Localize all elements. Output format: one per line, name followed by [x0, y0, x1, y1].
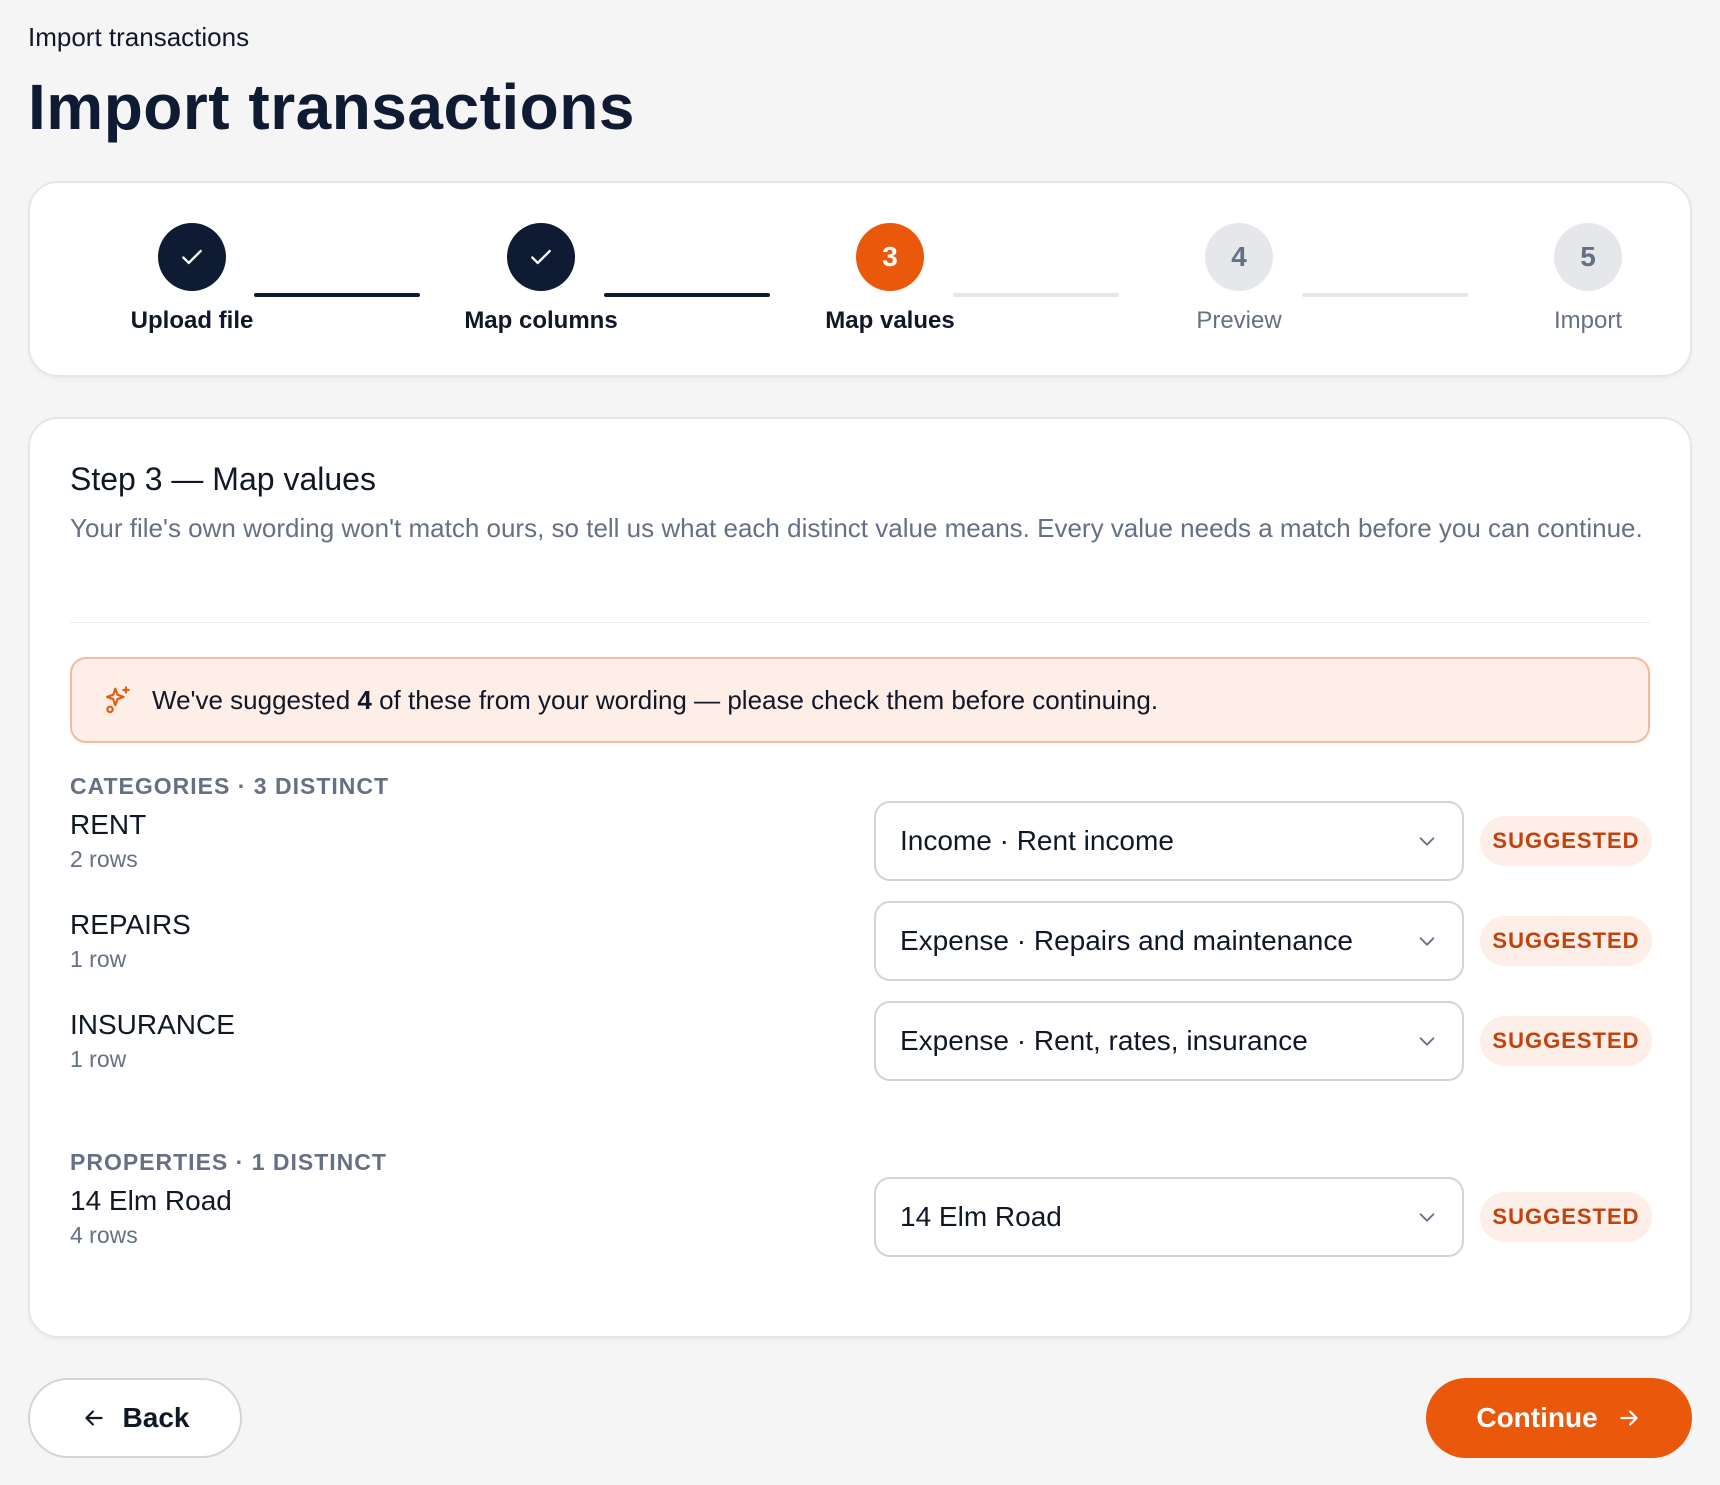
back-button[interactable]: Back	[28, 1378, 242, 1458]
select-value: Income · Rent income	[900, 825, 1174, 856]
suggested-badge: SUGGESTED	[1480, 1192, 1652, 1242]
step-label: Map values	[825, 307, 955, 334]
step-number: 5	[1554, 223, 1622, 291]
suggested-badge: SUGGESTED	[1480, 816, 1652, 866]
suggested-badge: SUGGESTED	[1480, 1016, 1652, 1066]
continue-button[interactable]: Continue	[1426, 1378, 1692, 1458]
select-value: Expense · Rent, rates, insurance	[900, 1025, 1308, 1056]
sparkle-icon	[106, 686, 130, 714]
step-connector	[604, 293, 770, 297]
back-label: Back	[122, 1402, 190, 1433]
category-select-insurance[interactable]: Expense · Rent, rates, insurance	[874, 1001, 1464, 1081]
step-map-values: 3 Map values	[770, 223, 1010, 335]
value-row-count: 1 row	[70, 946, 127, 972]
category-select-repairs[interactable]: Expense · Repairs and maintenance	[874, 901, 1464, 981]
arrow-right-icon	[1619, 1410, 1638, 1426]
value-row-count: 2 rows	[70, 846, 138, 872]
select-value: 14 Elm Road	[900, 1201, 1062, 1232]
categories-section-label: CATEGORIES · 3 DISTINCT	[70, 773, 390, 799]
map-values-card: Step 3 — Map values Your file's own word…	[28, 417, 1692, 1338]
divider	[70, 622, 1650, 623]
value-name: REPAIRS	[70, 909, 191, 940]
card-description: Your file's own wording won't match ours…	[70, 513, 1643, 543]
breadcrumb[interactable]: Import transactions	[28, 22, 249, 53]
step-label: Import	[1553, 307, 1622, 334]
chevron-down-icon	[1419, 837, 1435, 846]
step-connector	[953, 293, 1119, 297]
step-connector	[1302, 293, 1468, 297]
page: Import transactions Import transactions …	[0, 0, 1720, 1485]
select-value: Expense · Repairs and maintenance	[900, 925, 1353, 956]
check-icon	[507, 223, 575, 291]
check-icon	[158, 223, 226, 291]
value-row-count: 1 row	[70, 1046, 127, 1072]
value-name: 14 Elm Road	[70, 1185, 232, 1216]
arrow-left-icon	[84, 1410, 103, 1426]
step-label: Preview	[1196, 307, 1282, 334]
step-upload-file: Upload file	[72, 223, 312, 335]
value-row-count: 4 rows	[70, 1222, 138, 1248]
card-title: Step 3 — Map values	[70, 461, 376, 497]
chevron-down-icon	[1419, 1037, 1435, 1046]
property-select-14-elm-road[interactable]: 14 Elm Road	[874, 1177, 1464, 1257]
chevron-down-icon	[1419, 1213, 1435, 1222]
value-name: INSURANCE	[70, 1009, 235, 1040]
step-preview: 4 Preview	[1119, 223, 1359, 335]
step-number: 3	[856, 223, 924, 291]
value-name: RENT	[70, 809, 147, 840]
category-select-rent[interactable]: Income · Rent income	[874, 801, 1464, 881]
page-title: Import transactions	[28, 71, 635, 143]
step-label: Map columns	[464, 307, 618, 334]
chevron-down-icon	[1419, 937, 1435, 946]
step-connector	[254, 293, 420, 297]
suggested-count: 4	[357, 684, 372, 715]
step-label: Upload file	[130, 307, 254, 334]
step-map-columns: Map columns	[421, 223, 661, 335]
suggested-badge: SUGGESTED	[1480, 916, 1652, 966]
suggestion-notice: We've suggested 4 of these from your wor…	[70, 657, 1650, 743]
step-import: 5 Import	[1468, 223, 1708, 335]
continue-label: Continue	[1476, 1402, 1598, 1433]
notice-text: We've suggested 4 of these from your wor…	[152, 684, 1159, 715]
properties-section-label: PROPERTIES · 1 DISTINCT	[70, 1149, 387, 1175]
step-number: 4	[1205, 223, 1273, 291]
progress-stepper: Upload file Map columns 3 Map values 4 P…	[28, 181, 1692, 377]
